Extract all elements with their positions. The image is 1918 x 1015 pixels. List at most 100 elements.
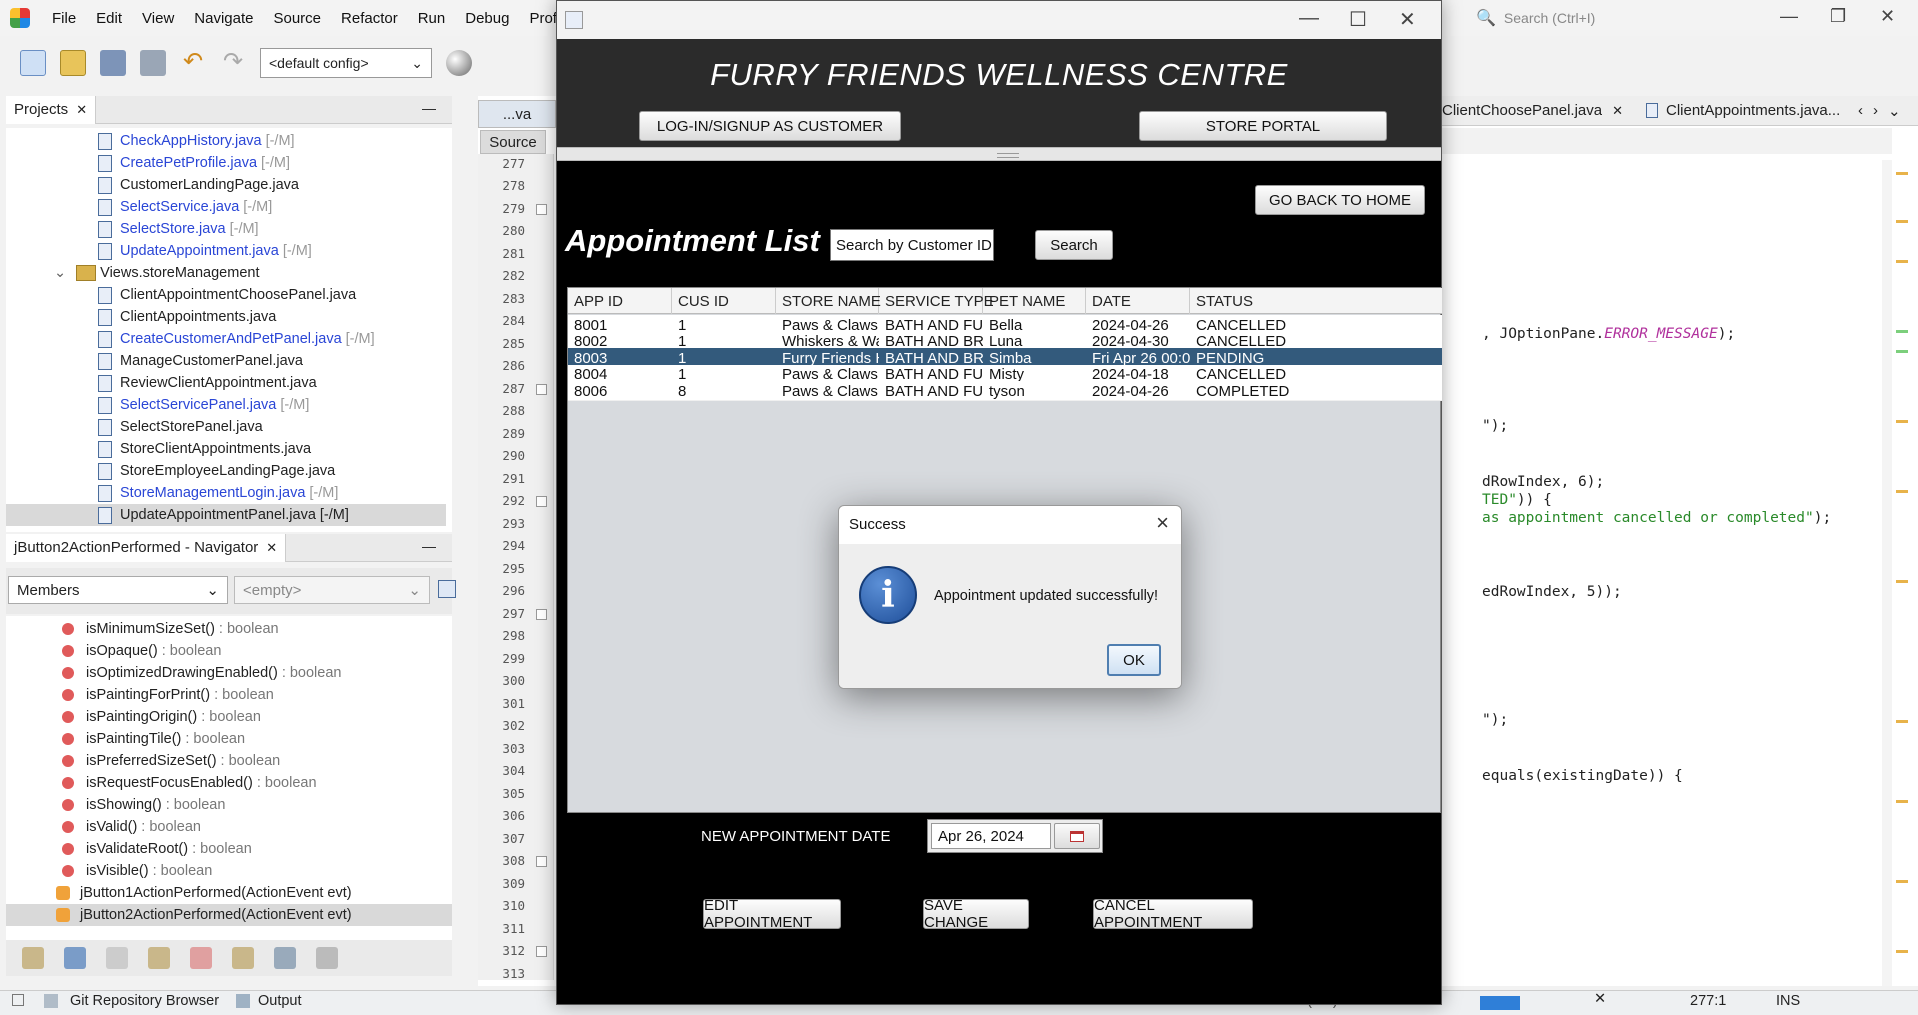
tree-item-selectstorepanel[interactable]: SelectStorePanel.java xyxy=(98,416,263,438)
member-item[interactable]: isOpaque(): boolean xyxy=(6,640,452,662)
redo-icon[interactable]: ↷ xyxy=(220,50,246,76)
minimize-icon[interactable]: — xyxy=(1780,6,1798,27)
tree-item-clientappointmentchoosepanel[interactable]: ClientAppointmentChoosePanel.java xyxy=(98,284,356,306)
new-date-input[interactable]: Apr 26, 2024 xyxy=(931,823,1051,849)
config-select[interactable]: <default config> ⌄ xyxy=(260,48,432,78)
tree-item-selectservice[interactable]: SelectService.java [-/M] xyxy=(98,196,272,218)
minimize-icon[interactable]: — xyxy=(1299,7,1319,30)
members-select[interactable]: Members ⌄ xyxy=(8,576,228,604)
close-icon[interactable]: ✕ xyxy=(1880,6,1895,27)
fold-icon[interactable] xyxy=(536,384,547,395)
close-icon[interactable]: ✕ xyxy=(266,540,277,556)
menu-debug[interactable]: Debug xyxy=(455,10,519,27)
save-all-icon[interactable] xyxy=(140,50,166,76)
menu-source[interactable]: Source xyxy=(263,10,331,27)
navigator-options-icon[interactable] xyxy=(438,580,456,598)
member-item[interactable]: isPaintingOrigin(): boolean xyxy=(6,706,452,728)
col-date[interactable]: DATE xyxy=(1086,288,1190,314)
ok-button[interactable]: OK xyxy=(1107,644,1161,676)
tree-item-createpetprofile[interactable]: CreatePetProfile.java [-/M] xyxy=(98,152,290,174)
fold-icon[interactable] xyxy=(536,856,547,867)
tree-item-clientappointments[interactable]: ClientAppointments.java xyxy=(98,306,276,328)
tree-item-customerlandingpage[interactable]: CustomerLandingPage.java xyxy=(98,174,299,196)
search-button[interactable]: Search xyxy=(1035,230,1113,260)
filter-icon[interactable] xyxy=(22,947,44,969)
fold-icon[interactable] xyxy=(536,946,547,957)
panel-toggle-icon[interactable] xyxy=(12,994,24,1006)
new-file-icon[interactable] xyxy=(20,50,46,76)
split-pane-divider[interactable] xyxy=(557,147,1441,161)
tab-short[interactable]: ...va xyxy=(478,100,556,128)
browser-globe-icon[interactable] xyxy=(446,50,472,76)
close-icon[interactable]: ✕ xyxy=(1399,7,1416,32)
member-item[interactable]: jButton2ActionPerformed(ActionEvent evt) xyxy=(6,904,452,926)
save-change-button[interactable]: SAVE CHANGE xyxy=(923,897,1029,931)
source-tab[interactable]: Source xyxy=(480,130,546,154)
tree-package-storemanagement[interactable]: ⌄ Views.storeManagement xyxy=(54,262,259,284)
field-icon[interactable] xyxy=(64,947,86,969)
open-project-icon[interactable] xyxy=(100,50,126,76)
member-item[interactable]: isMinimumSizeSet(): boolean xyxy=(6,618,452,640)
restore-icon[interactable]: ❐ xyxy=(1830,6,1846,27)
tab-navigator[interactable]: jButton2ActionPerformed - Navigator ✕ xyxy=(6,533,287,562)
member-item[interactable]: isVisible(): boolean xyxy=(6,860,452,882)
tab-clientappointments[interactable]: ClientAppointments.java... xyxy=(1636,102,1842,119)
tree-item-reviewclientappointment[interactable]: ReviewClientAppointment.java xyxy=(98,372,317,394)
col-pet-name[interactable]: PET NAME xyxy=(983,288,1086,314)
cancel-appointment-button[interactable]: CANCEL APPOINTMENT xyxy=(1093,897,1253,931)
tab-clientchoosepanel[interactable]: ClientChoosePanel.java ✕ xyxy=(1440,102,1636,119)
tab-projects[interactable]: Projects ✕ xyxy=(6,95,97,124)
inherited-icon[interactable] xyxy=(190,947,212,969)
fold-icon[interactable] xyxy=(536,609,547,620)
close-icon[interactable]: ✕ xyxy=(1594,991,1606,1007)
menu-edit[interactable]: Edit xyxy=(86,10,132,27)
chevron-down-icon[interactable]: ⌄ xyxy=(1888,102,1901,120)
menu-view[interactable]: View xyxy=(132,10,184,27)
tree-item-createcustomerandpetpanel[interactable]: CreateCustomerAndPetPanel.java [-/M] xyxy=(98,328,375,350)
member-item[interactable]: isValid(): boolean xyxy=(6,816,452,838)
col-cus-id[interactable]: CUS ID xyxy=(672,288,776,314)
customer-id-search-input[interactable]: Search by Customer ID xyxy=(830,229,994,261)
calendar-button[interactable] xyxy=(1054,823,1100,849)
member-item[interactable]: isOptimizedDrawingEnabled(): boolean xyxy=(6,662,452,684)
maximize-icon[interactable]: ☐ xyxy=(1349,7,1367,32)
member-item[interactable]: isPaintingTile(): boolean xyxy=(6,728,452,750)
navigate-icon[interactable] xyxy=(232,947,254,969)
fold-icon[interactable] xyxy=(536,496,547,507)
member-item[interactable]: isValidateRoot(): boolean xyxy=(6,838,452,860)
sort-icon[interactable] xyxy=(274,947,296,969)
chevron-right-icon[interactable]: › xyxy=(1873,102,1878,119)
col-status[interactable]: STATUS xyxy=(1190,288,1290,314)
member-item[interactable]: isRequestFocusEnabled(): boolean xyxy=(6,772,452,794)
menu-navigate[interactable]: Navigate xyxy=(184,10,263,27)
go-back-home-button[interactable]: GO BACK TO HOME xyxy=(1255,185,1425,215)
git-repository-browser-link[interactable]: Git Repository Browser xyxy=(70,993,219,1009)
tree-item-storeemployeelandingpage[interactable]: StoreEmployeeLandingPage.java xyxy=(98,460,335,482)
menu-refactor[interactable]: Refactor xyxy=(331,10,408,27)
sort-name-icon[interactable] xyxy=(316,947,338,969)
menu-run[interactable]: Run xyxy=(408,10,456,27)
fold-icon[interactable] xyxy=(536,204,547,215)
member-item[interactable]: isPreferredSizeSet(): boolean xyxy=(6,750,452,772)
col-app-id[interactable]: APP ID xyxy=(568,288,672,314)
col-service-type[interactable]: SERVICE TYPE xyxy=(879,288,994,314)
member-item[interactable]: isPaintingForPrint(): boolean xyxy=(6,684,452,706)
new-project-icon[interactable] xyxy=(60,50,86,76)
member-item[interactable]: jButton1ActionPerformed(ActionEvent evt) xyxy=(6,882,452,904)
chevron-left-icon[interactable]: ‹ xyxy=(1858,102,1863,119)
tree-item-managecustomerpanel[interactable]: ManageCustomerPanel.java xyxy=(98,350,303,372)
menu-file[interactable]: File xyxy=(42,10,86,27)
ide-search-box[interactable]: 🔍 Search (Ctrl+I) xyxy=(1476,6,1750,30)
close-icon[interactable]: × xyxy=(1156,510,1169,536)
editor-scrollbar[interactable] xyxy=(1882,160,1892,986)
tree-item-updateappointment[interactable]: UpdateAppointment.java [-/M] xyxy=(98,240,312,262)
edit-appointment-button[interactable]: EDIT APPOINTMENT xyxy=(703,897,841,931)
customer-login-button[interactable]: LOG-IN/SIGNUP AS CUSTOMER xyxy=(639,111,901,141)
tree-item-updateappointmentpanel[interactable]: UpdateAppointmentPanel.java [-/M] xyxy=(6,504,446,526)
close-icon[interactable]: ✕ xyxy=(76,102,87,118)
member-item[interactable]: isShowing(): boolean xyxy=(6,794,452,816)
close-icon[interactable]: ✕ xyxy=(1612,103,1623,119)
tree-item-selectservicepanel[interactable]: SelectServicePanel.java [-/M] xyxy=(98,394,309,416)
tree-item-selectstore[interactable]: SelectStore.java [-/M] xyxy=(98,218,259,240)
table-row[interactable]: 8006 8 Paws & Claws ... BATH AND FUL... … xyxy=(568,381,1442,401)
